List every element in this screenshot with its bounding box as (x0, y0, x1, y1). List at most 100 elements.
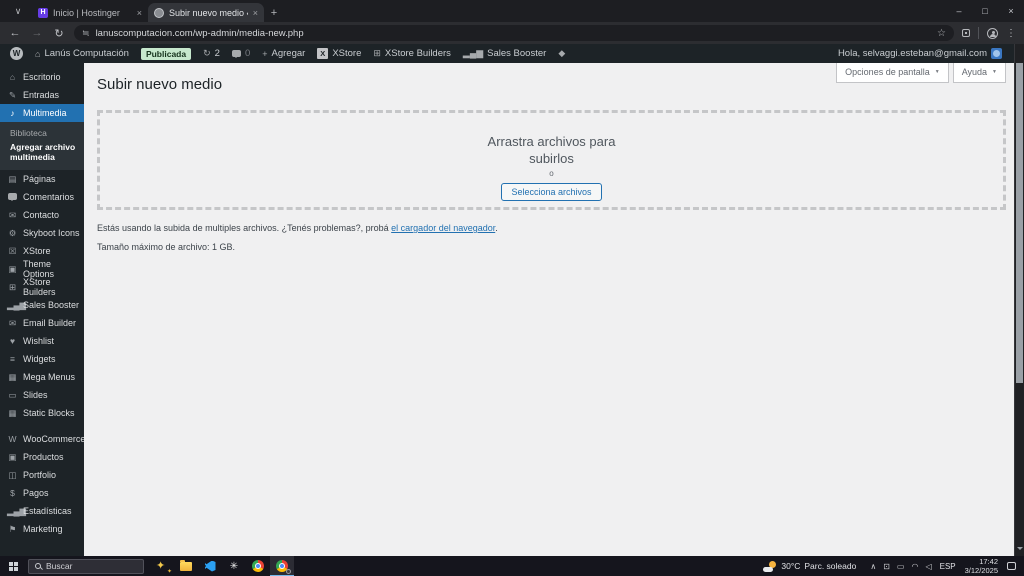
chrome-active-button[interactable] (270, 556, 294, 576)
vscode-button[interactable] (198, 556, 222, 576)
sidebar-item-static-blocks[interactable]: ▦ Static Blocks (0, 404, 84, 422)
select-files-button[interactable]: Selecciona archivos (501, 183, 602, 201)
sidebar-item-multimedia[interactable]: ♪ Multimedia (0, 104, 84, 122)
weather-desc[interactable]: Parc. soleado (804, 561, 856, 571)
slides-icon: ▭ (8, 389, 17, 400)
address-bar[interactable]: ≒ lanuscomputacion.com/wp-admin/media-ne… (74, 25, 954, 41)
admin-bar-account[interactable]: Hola, selvaggi.esteban@gmail.com (832, 48, 1008, 59)
chrome-button[interactable] (246, 556, 270, 576)
scrollbar-down-arrow[interactable] (1017, 547, 1023, 553)
taskbar-search-box[interactable]: Buscar (28, 558, 144, 574)
sidebar-item-biblioteca[interactable]: Biblioteca (0, 126, 84, 140)
home-icon: ⌂ (35, 48, 41, 59)
sidebar-item-slides[interactable]: ▭ Slides (0, 386, 84, 404)
site-favicon (154, 7, 164, 18)
sidebar-item-widgets[interactable]: ≡ Widgets (0, 350, 84, 368)
updates-icon: ↻ (203, 48, 211, 58)
sidebar-item-agregar-archivo[interactable]: Agregar archivo multimedia (0, 140, 84, 164)
page-region: W ⌂ Lanús Computación Publicada ↻ 2 0 + … (0, 44, 1024, 556)
admin-bar-xstore-builders[interactable]: ⊞ XStore Builders (367, 48, 457, 59)
close-tab-icon[interactable]: × (253, 8, 258, 18)
upload-dropzone[interactable]: Arrastra archivos para subirlos o Selecc… (97, 110, 1006, 210)
forward-icon[interactable]: → (30, 27, 44, 39)
close-tab-icon[interactable]: × (137, 8, 142, 18)
window-maximize-button[interactable]: □ (972, 0, 998, 22)
wifi-icon[interactable]: ◠ (911, 562, 918, 571)
volume-icon[interactable]: ◁ (925, 562, 931, 571)
copilot-button[interactable]: ✦ ✦ (152, 558, 174, 575)
admin-bar-comments[interactable]: 0 (226, 48, 256, 59)
admin-bar-site-name[interactable]: ⌂ Lanús Computación (29, 48, 135, 59)
browser-menu-icon[interactable]: ⋮ (1006, 28, 1016, 39)
file-explorer-button[interactable] (174, 556, 198, 576)
gear-icon: ⚙ (8, 227, 17, 238)
wordpress-logo-icon: W (10, 47, 23, 60)
sidebar-item-pagos[interactable]: $ Pagos (0, 484, 84, 502)
site-info-icon[interactable]: ≒ (82, 28, 90, 39)
sidebar-item-portfolio[interactable]: ◫ Portfolio (0, 466, 84, 484)
new-tab-button[interactable]: + (264, 3, 284, 22)
content-area: Opciones de pantalla ▼ Ayuda ▼ Subir nue… (84, 63, 1024, 556)
sidebar-item-mega-menus[interactable]: ▦ Mega Menus (0, 368, 84, 386)
reload-icon[interactable]: ↻ (52, 27, 66, 40)
wp-logo-menu[interactable]: W (4, 47, 29, 60)
sidebar-item-productos[interactable]: ▣ Productos (0, 448, 84, 466)
admin-bar-updates[interactable]: ↻ 2 (197, 48, 226, 59)
browser-tabstrip: ∨ H Inicio | Hostinger × Subir nuevo med… (0, 0, 1024, 22)
multi-upload-note: Estás usando la subida de multiples arch… (97, 223, 498, 233)
window-close-button[interactable]: × (998, 0, 1024, 22)
sidebar-item-woocommerce[interactable]: W WooCommerce (0, 430, 84, 448)
chatgpt-button[interactable]: ✳ (222, 556, 246, 576)
extensions-icon[interactable] (962, 29, 970, 37)
weather-icon[interactable] (763, 560, 777, 572)
weather-temp[interactable]: 30°C (781, 561, 800, 571)
admin-bar-new[interactable]: + Agregar (256, 48, 311, 59)
sidebar-item-wishlist[interactable]: ♥ Wishlist (0, 332, 84, 350)
admin-bar-envato[interactable]: ◆ (552, 48, 571, 59)
tab-search-button[interactable]: ∨ (8, 2, 28, 20)
scrollbar-thumb[interactable] (1016, 63, 1023, 383)
profile-avatar-icon[interactable] (987, 27, 998, 39)
toolbar-divider (978, 27, 979, 39)
sidebar-item-xstore-builders[interactable]: ⊞ XStore Builders (0, 277, 84, 297)
sidebar-item-contacto[interactable]: ✉ Contacto (0, 206, 84, 224)
taskbar-clock[interactable]: 17:42 3/12/2025 (965, 557, 998, 575)
sidebar-item-estadisticas[interactable]: ▂▄▆ Estadísticas (0, 502, 84, 520)
admin-bar-xstore[interactable]: X XStore (311, 48, 367, 59)
help-button[interactable]: Ayuda ▼ (952, 63, 1006, 83)
bookmark-star-icon[interactable]: ☆ (937, 28, 946, 39)
sidebar-item-xstore[interactable]: ☒ XStore (0, 242, 84, 260)
sidebar-item-entradas[interactable]: ✎ Entradas (0, 86, 84, 104)
chatgpt-icon: ✳ (229, 560, 239, 572)
notification-center-icon[interactable] (1007, 562, 1016, 570)
screen-options-button[interactable]: Opciones de pantalla ▼ (836, 63, 949, 83)
browser-tab-hostinger[interactable]: H Inicio | Hostinger × (32, 3, 148, 22)
browser-uploader-link[interactable]: el cargador del navegador (391, 223, 495, 233)
theme-options-icon: ▣ (8, 263, 17, 274)
back-icon[interactable]: ← (8, 27, 22, 39)
admin-bar-sales-booster[interactable]: ▂▄▆ Sales Booster (457, 48, 552, 59)
screen-meta-links: Opciones de pantalla ▼ Ayuda ▼ (836, 63, 1006, 83)
language-indicator[interactable]: ESP (940, 562, 956, 571)
sidebar-item-theme-options[interactable]: ▣ Theme Options (0, 259, 84, 279)
security-icon[interactable]: ⊡ (883, 562, 890, 571)
main-row: ⌂ Escritorio ✎ Entradas ♪ Multimedia Bib… (0, 63, 1024, 556)
sidebar-item-sales-booster[interactable]: ▂▄▆ Sales Booster (0, 296, 84, 314)
sidebar-item-marketing[interactable]: ⚑ Marketing (0, 520, 84, 538)
window-minimize-button[interactable]: – (946, 0, 972, 22)
sidebar-item-escritorio[interactable]: ⌂ Escritorio (0, 68, 84, 86)
browser-tab-media-new[interactable]: Subir nuevo medio ‹ Lanús Co × (148, 3, 264, 22)
start-button[interactable] (0, 556, 26, 576)
page-scrollbar[interactable] (1014, 44, 1024, 556)
status-badge: Publicada (140, 47, 192, 60)
sidebar-item-email-builder[interactable]: ✉ Email Builder (0, 314, 84, 332)
onedrive-folder-icon[interactable]: ▭ (897, 562, 905, 571)
sidebar-item-paginas[interactable]: ▤ Páginas (0, 170, 84, 188)
sales-booster-icon: ▂▄▆ (462, 48, 484, 58)
tray-chevron-icon[interactable]: ∧ (870, 562, 876, 571)
sidebar-item-comentarios[interactable]: Comentarios (0, 188, 84, 206)
xstore-builders-icon: ⊞ (373, 48, 381, 58)
multimedia-submenu: Biblioteca Agregar archivo multimedia (0, 122, 84, 170)
windows-logo-icon (8, 561, 18, 571)
sidebar-item-skyboot-icons[interactable]: ⚙ Skyboot Icons (0, 224, 84, 242)
